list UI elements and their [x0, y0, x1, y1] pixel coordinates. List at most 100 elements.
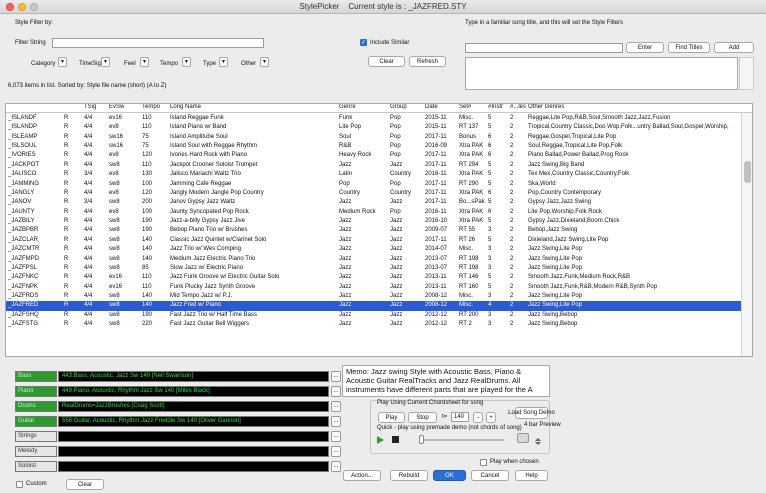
- track-options-button[interactable]: ...: [331, 446, 341, 457]
- find-titles-button[interactable]: Find Titles: [668, 42, 710, 53]
- song-title-input[interactable]: [465, 43, 623, 53]
- track-name-button[interactable]: Bass: [15, 371, 57, 382]
- table-row[interactable]: _JAZCLAR R 4/4 sw8 140 Classic Jazz Quintet w…: [6, 236, 743, 245]
- memo-box[interactable]: Memo: Jazz swing Style with Acoustic Bas…: [342, 365, 550, 397]
- speaker-icon[interactable]: [517, 433, 529, 443]
- track-value[interactable]: 449:Piano, Acoustic, Rhythm Jazz Sw 140 …: [58, 386, 329, 397]
- track-name-button[interactable]: Piano: [15, 386, 57, 397]
- tempo-input[interactable]: 140: [451, 412, 469, 422]
- track-name-button[interactable]: Guitar: [15, 416, 57, 427]
- play-button[interactable]: Play: [378, 412, 405, 423]
- quick-play-icon[interactable]: [377, 436, 384, 444]
- table-scroll-thumb[interactable]: [744, 161, 751, 183]
- table-row[interactable]: _JAZBILY R 4/4 sw8 190 Jazz-a-billy Gypsy Jaz…: [6, 217, 743, 226]
- track-name-button[interactable]: Melody: [15, 446, 57, 457]
- table-row[interactable]: _ISLANDF R 4/4 ev16 110 Island Reggae Funk Fun…: [6, 114, 743, 123]
- stop-button[interactable]: Stop: [408, 412, 437, 423]
- tempo-minus-button[interactable]: -: [473, 412, 483, 423]
- table-row[interactable]: _JAZFSHQ R 4/4 sw8 190 Fast Jazz Trio w/ Half…: [6, 311, 743, 320]
- feel-dropdown[interactable]: ▼: [140, 57, 149, 67]
- table-row[interactable]: _ISLEAMP R 4/4 sw16 75 Island Amplitube Soul S…: [6, 133, 743, 142]
- col-header-long-name[interactable]: Long Name: [170, 104, 201, 110]
- table-row[interactable]: _JAZFSTG R 4/4 sw8 220 Fast Jazz Guitar Bell …: [6, 320, 743, 329]
- category-dropdown[interactable]: ▼: [58, 57, 67, 67]
- cancel-button[interactable]: Cancel: [471, 470, 509, 481]
- table-row[interactable]: _JAZFRDS R 4/4 sw8 140 Mid Tempo Jazz w/ P.J.…: [6, 292, 743, 301]
- clear-tracks-button[interactable]: Clear: [66, 479, 104, 490]
- table-row[interactable]: _IVORIES R 4/4 ev8 120 Ivories Hard Rock with…: [6, 151, 743, 160]
- table-row[interactable]: _JALISCO R 3/4 ev8 130 Jalisco Mariachi Waltz…: [6, 170, 743, 179]
- track-value[interactable]: [58, 461, 329, 472]
- quick-stop-icon[interactable]: [392, 436, 399, 443]
- song-titles-list[interactable]: [465, 57, 738, 90]
- table-row[interactable]: _JAMMING R 4/4 sw8 100 Jamming Cafe Reggae Pop…: [6, 180, 743, 189]
- col-header-genre[interactable]: Genre: [339, 104, 356, 110]
- track-name-button[interactable]: Soloist: [15, 461, 57, 472]
- track-value[interactable]: [58, 446, 329, 457]
- load-song-demo-button[interactable]: Load Song Demo: [508, 407, 555, 419]
- table-row[interactable]: _JANGLY R 4/4 ev8 120 Jangly Modern Jangle Po…: [6, 189, 743, 198]
- table-scrollbar[interactable]: [741, 113, 752, 356]
- table-row[interactable]: _ISLANDP R 4/4 ev8 110 Island Piano w/ Band Li…: [6, 123, 743, 132]
- track-name-button[interactable]: Drums: [15, 401, 57, 412]
- col-header-other-genres[interactable]: Other Genres: [528, 104, 564, 110]
- table-cell: Smooth Jazz,Funk,R&B,Modern R&B,Synth Po…: [528, 283, 658, 290]
- col-header-files[interactable]: #...les: [510, 104, 526, 110]
- table-cell: R: [64, 133, 69, 140]
- table-row[interactable]: _JAZFNKC R 4/4 ev16 110 Jazz Funk Groove w/ E…: [6, 273, 743, 282]
- table-row[interactable]: _JANOV R 3/4 sw8 200 Janov Gypsy Jazz Waltz Ja…: [6, 198, 743, 207]
- play-when-chosen-checkbox[interactable]: [480, 459, 487, 466]
- table-row[interactable]: _JAZFMPD R 4/4 sw8 140 Medium Jazz Electric P…: [6, 255, 743, 264]
- song-titles-scrollbar[interactable]: [739, 57, 754, 90]
- add-button[interactable]: Add: [714, 42, 754, 53]
- col-header-set[interactable]: Set#: [459, 104, 471, 110]
- tempo-dropdown[interactable]: ▼: [182, 57, 191, 67]
- custom-checkbox[interactable]: [16, 481, 23, 488]
- track-value[interactable]: RealDrums=JazzBrushes [Craig Scott]: [58, 401, 329, 412]
- col-header-instr[interactable]: #Instr: [488, 104, 503, 110]
- volume-up-icon[interactable]: [535, 438, 541, 441]
- enter-button[interactable]: Enter: [626, 42, 664, 53]
- preview-slider-track[interactable]: [419, 439, 504, 441]
- track-options-button[interactable]: ...: [331, 371, 341, 382]
- tempo-plus-button[interactable]: +: [486, 412, 496, 423]
- col-header-group[interactable]: Group: [390, 104, 407, 110]
- col-header-date[interactable]: Date: [425, 104, 438, 110]
- track-options-button[interactable]: ...: [331, 416, 341, 427]
- include-similar-checkbox[interactable]: ✓: [360, 39, 367, 46]
- other-dropdown[interactable]: ▼: [260, 57, 269, 67]
- table-row[interactable]: _JAZFRED R 4/4 sw8 140 Jazz Fred w/ Piano Jazz…: [6, 301, 743, 311]
- track-value[interactable]: 443:Bass, Acoustic, Jazz Sw 140 [Neil Sw…: [58, 371, 329, 382]
- col-header-tsig[interactable]: TSig: [84, 104, 96, 110]
- refresh-button[interactable]: Refresh: [409, 56, 446, 67]
- track-options-button[interactable]: ...: [331, 401, 341, 412]
- col-header-tempo[interactable]: Tempo: [142, 104, 160, 110]
- table-cell: 3: [488, 293, 492, 300]
- action-button[interactable]: Action...: [343, 470, 381, 481]
- track-options-button[interactable]: ...: [331, 461, 341, 472]
- table-cell: ev16: [109, 283, 123, 290]
- type-dropdown[interactable]: ▼: [219, 57, 228, 67]
- col-header-evsw[interactable]: EvSw: [109, 104, 124, 110]
- timesig-dropdown[interactable]: ▼: [101, 57, 110, 67]
- preview-slider-thumb[interactable]: [419, 435, 424, 444]
- table-row[interactable]: _JAZBPBR R 4/4 sw8 190 Bebop Piano Trio w/ Br…: [6, 226, 743, 235]
- help-button[interactable]: Help: [515, 470, 548, 481]
- track-options-button[interactable]: ...: [331, 386, 341, 397]
- table-row[interactable]: _JAZFNPK R 4/4 ev16 110 Funk Plucky Jazz Synt…: [6, 283, 743, 292]
- track-value[interactable]: 558:Guitar, Acoustic, Rhythm Jazz Freddi…: [58, 416, 329, 427]
- track-value[interactable]: [58, 431, 329, 442]
- rebuild-button[interactable]: Rebuild: [390, 470, 428, 481]
- clear-filter-button[interactable]: Clear: [368, 56, 405, 67]
- table-row[interactable]: _JAUNTY R 4/4 ev8 100 Jaunty Syncopated Pop R…: [6, 208, 743, 217]
- table-row[interactable]: _ISLSOUL R 4/4 sw16 75 Island Soul with Regga…: [6, 142, 743, 151]
- table-row[interactable]: _JAZCMTR R 4/4 sw8 140 Jazz Trio w/ Wes Compi…: [6, 245, 743, 254]
- table-row[interactable]: _JACKPOT R 4/4 sw8 110 Jackpot Crooner Solois…: [6, 161, 743, 170]
- filter-string-input[interactable]: [52, 38, 264, 48]
- track-options-button[interactable]: ...: [331, 431, 341, 442]
- table-cell: Jamming Cafe Reggae: [170, 180, 232, 187]
- volume-down-icon[interactable]: [535, 442, 541, 445]
- table-row[interactable]: _JAZFPSL R 4/4 sw8 85 Slow Jazz w/ Electric P…: [6, 264, 743, 273]
- track-name-button[interactable]: Strings: [15, 431, 57, 442]
- ok-button[interactable]: OK: [433, 470, 466, 481]
